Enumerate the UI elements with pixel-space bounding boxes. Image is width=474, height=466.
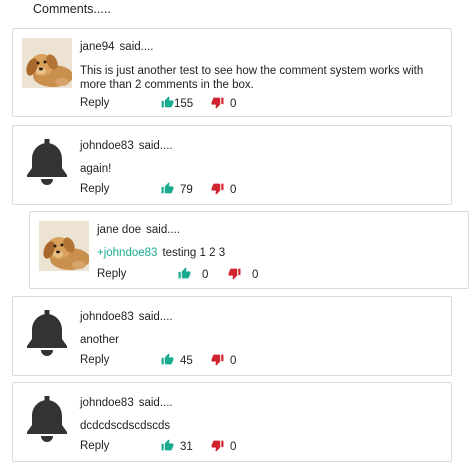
like-button[interactable]: 79 (161, 182, 193, 196)
avatar (39, 221, 89, 271)
dislike-button[interactable]: 0 (211, 96, 236, 110)
thumbs-up-icon (161, 96, 174, 108)
reply-button[interactable]: Reply (80, 440, 109, 452)
comment-meta: jane doe said.... (97, 224, 180, 236)
comment-card: johndoe83 said.... dcdcdscdscdscds Reply … (12, 382, 452, 462)
reply-button[interactable]: Reply (80, 354, 109, 366)
said-label: said.... (146, 224, 181, 236)
thumbs-up-icon (161, 353, 174, 365)
dislike-button[interactable]: 0 (228, 267, 258, 281)
reply-button[interactable]: Reply (97, 268, 126, 280)
comment-meta: johndoe83 said.... (80, 140, 173, 152)
comment-author[interactable]: johndoe83 (80, 140, 134, 152)
comment-meta: johndoe83 said.... (80, 397, 173, 409)
comment-author[interactable]: johndoe83 (80, 311, 134, 323)
dislike-button[interactable]: 0 (211, 439, 236, 453)
said-label: said.... (138, 311, 173, 323)
comment-text-line: This is just another test to see how the… (80, 65, 424, 77)
bell-icon (27, 396, 67, 442)
comments-heading: Comments..... (33, 2, 111, 16)
thumbs-down-icon (211, 183, 224, 195)
avatar (22, 392, 72, 442)
comment-text-line: another (80, 334, 120, 346)
comment-text-line: testing 1 2 3 (162, 247, 226, 259)
avatar (22, 135, 72, 185)
comment-meta: jane94 said.... (80, 41, 153, 53)
bell-icon (27, 310, 67, 356)
comment-text-line: again! (80, 163, 112, 175)
thumbs-down-icon (211, 354, 224, 366)
reply-button[interactable]: Reply (80, 183, 109, 195)
comments-page: Comments..... jane94 said.... This is jus… (0, 0, 474, 466)
comment-body: +johndoe83 testing 1 2 3 (97, 246, 225, 260)
like-count: 155 (174, 98, 194, 110)
like-button[interactable]: 155 (161, 96, 193, 110)
comment-meta: johndoe83 said.... (80, 311, 173, 323)
like-button[interactable]: 45 (161, 353, 193, 367)
like-count: 45 (180, 355, 193, 367)
thumbs-up-icon (161, 182, 174, 194)
comment-body: again! (80, 162, 111, 176)
said-label: said.... (119, 41, 154, 53)
comment-author[interactable]: jane doe (97, 224, 141, 236)
comment-text-line: dcdcdscdscdscds (80, 420, 171, 432)
comment-card: johndoe83 said.... again! Reply 79 0 (12, 125, 452, 205)
comment-author[interactable]: jane94 (80, 41, 115, 53)
dislike-count: 0 (230, 184, 237, 196)
like-count: 31 (180, 441, 193, 453)
thumbs-down-icon (211, 440, 224, 452)
thumbs-down-icon (211, 97, 224, 109)
reply-button[interactable]: Reply (80, 97, 109, 109)
like-count: 0 (202, 269, 209, 281)
thumbs-up-icon (178, 267, 191, 279)
bell-icon (27, 139, 67, 185)
said-label: said.... (138, 397, 173, 409)
said-label: said.... (138, 140, 173, 152)
comment-card: johndoe83 said.... another Reply 45 0 (12, 296, 452, 376)
like-count: 79 (180, 184, 193, 196)
dislike-count: 0 (252, 269, 259, 281)
like-button[interactable]: 0 (178, 267, 208, 281)
like-button[interactable]: 31 (161, 439, 193, 453)
thumbs-up-icon (161, 439, 174, 451)
reply-comment-card: jane doe said.... +johndoe83 testing 1 2 3… (29, 211, 469, 289)
avatar (22, 306, 72, 356)
comment-body: dcdcdscdscdscds (80, 419, 170, 433)
dislike-button[interactable]: 0 (211, 182, 236, 196)
comment-author[interactable]: johndoe83 (80, 397, 134, 409)
dislike-count: 0 (230, 355, 237, 367)
dislike-button[interactable]: 0 (211, 353, 236, 367)
comment-body: This is just another test to see how the… (80, 64, 423, 92)
dog-avatar-image (22, 38, 72, 88)
dog-avatar-image (39, 221, 89, 271)
comment-body: another (80, 333, 119, 347)
dislike-count: 0 (230, 441, 237, 453)
avatar (22, 38, 72, 88)
thumbs-down-icon (228, 268, 241, 280)
comment-card: jane94 said.... This is just another test… (12, 28, 452, 117)
comment-text-line: more than 2 comments in the box. (80, 79, 254, 91)
dislike-count: 0 (230, 98, 237, 110)
mention-link[interactable]: +johndoe83 (97, 247, 157, 259)
